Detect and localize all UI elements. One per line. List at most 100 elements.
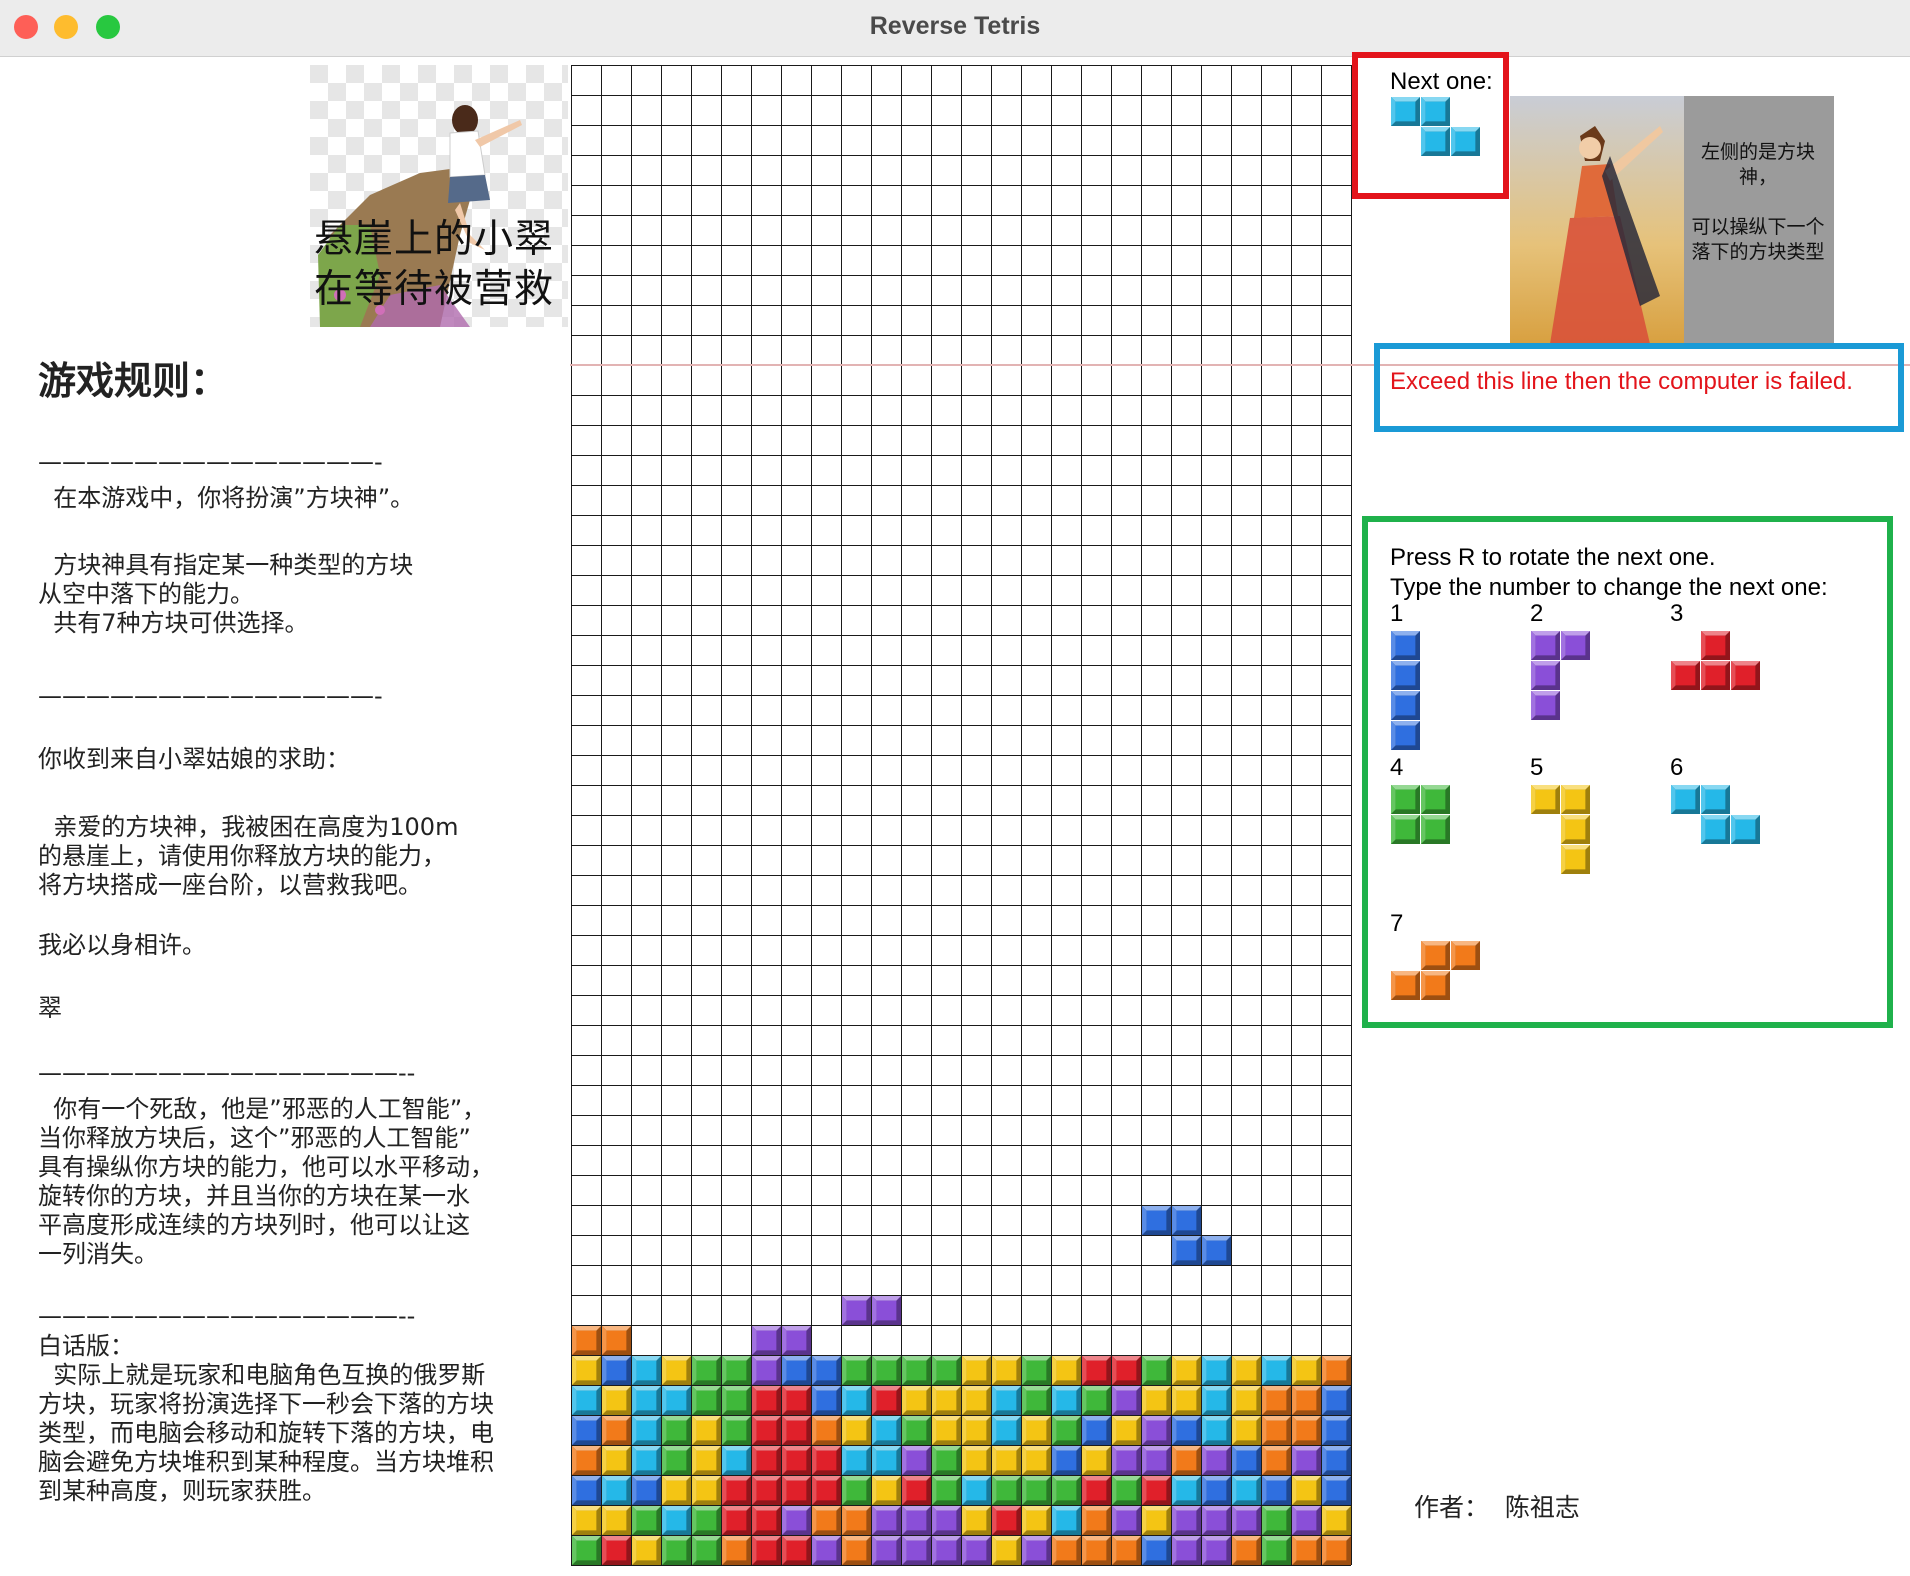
stacked-block (1322, 1416, 1351, 1445)
stacked-block (782, 1476, 811, 1505)
stacked-block (1232, 1356, 1261, 1385)
stacked-block (602, 1506, 631, 1535)
piece-block (1421, 941, 1450, 970)
stacked-block (1262, 1536, 1291, 1565)
stacked-block (1112, 1416, 1141, 1445)
stacked-block (1232, 1476, 1261, 1505)
stacked-block (1292, 1416, 1321, 1445)
piece-block (1391, 815, 1420, 844)
stacked-block (692, 1476, 721, 1505)
piece-number: 1 (1390, 600, 1404, 627)
tetris-board[interactable] (570, 64, 1352, 1566)
stacked-block (1022, 1536, 1051, 1565)
stacked-block (722, 1536, 751, 1565)
stacked-block (602, 1386, 631, 1415)
stacked-block (1262, 1356, 1291, 1385)
stacked-block (992, 1506, 1021, 1535)
stacked-block (842, 1476, 871, 1505)
piece-block (1391, 971, 1420, 1000)
stacked-block (1232, 1416, 1261, 1445)
stacked-block (992, 1416, 1021, 1445)
rules-divider: ——————————————- (38, 682, 383, 710)
stacked-block (572, 1386, 601, 1415)
stacked-block (632, 1536, 661, 1565)
stacked-block (1262, 1446, 1291, 1475)
falling-block (1142, 1206, 1171, 1235)
stacked-block (662, 1386, 691, 1415)
piece-block (1421, 971, 1450, 1000)
next-piece-label: Next one: (1390, 68, 1493, 95)
stacked-block (1322, 1536, 1351, 1565)
stacked-block (692, 1506, 721, 1535)
stacked-block (692, 1536, 721, 1565)
stacked-block (1142, 1386, 1171, 1415)
falling-block (1202, 1236, 1231, 1265)
stacked-block (662, 1416, 691, 1445)
stacked-block (1082, 1356, 1111, 1385)
piece-block (1531, 691, 1560, 720)
fail-notice: Exceed this line then the computer is fa… (1390, 368, 1853, 395)
stacked-block (572, 1476, 601, 1505)
stacked-block (1112, 1386, 1141, 1415)
stacked-block (1202, 1356, 1231, 1385)
next-piece-block (1421, 97, 1450, 126)
stacked-block (1232, 1506, 1261, 1535)
stacked-block (1202, 1476, 1231, 1505)
stacked-block (572, 1506, 601, 1535)
stacked-block (842, 1536, 871, 1565)
stacked-block (1322, 1446, 1351, 1475)
next-piece-block (1451, 127, 1480, 156)
stacked-block (662, 1536, 691, 1565)
stacked-block (602, 1536, 631, 1565)
stacked-block (1322, 1476, 1351, 1505)
stacked-block (812, 1416, 841, 1445)
stacked-block (1082, 1506, 1111, 1535)
stacked-block (1202, 1416, 1231, 1445)
piece-block (1671, 785, 1700, 814)
stacked-block (1292, 1506, 1321, 1535)
piece-block (1561, 845, 1590, 874)
piece-block (1391, 785, 1420, 814)
stacked-block (722, 1476, 751, 1505)
piece-block (1391, 631, 1420, 660)
stacked-block (962, 1446, 991, 1475)
stacked-block (1052, 1416, 1081, 1445)
stacked-block (752, 1476, 781, 1505)
stacked-block (842, 1296, 871, 1325)
stacked-block (602, 1446, 631, 1475)
stacked-block (1292, 1536, 1321, 1565)
piece-block (1731, 815, 1760, 844)
stacked-block (722, 1386, 751, 1415)
stacked-block (602, 1326, 631, 1355)
piece-shape-7 (1391, 941, 1480, 1000)
stacked-block (902, 1416, 931, 1445)
piece-block (1701, 631, 1730, 660)
piece-block (1671, 661, 1700, 690)
stacked-block (872, 1506, 901, 1535)
rules-signature: 翠 (38, 994, 62, 1022)
piece-number: 6 (1670, 754, 1684, 781)
piece-block (1391, 661, 1420, 690)
piece-shape-4 (1391, 785, 1450, 844)
stacked-block (602, 1416, 631, 1445)
stacked-block (632, 1476, 661, 1505)
stacked-block (1172, 1506, 1201, 1535)
stacked-block (722, 1446, 751, 1475)
stacked-block (872, 1416, 901, 1445)
stacked-block (992, 1386, 1021, 1415)
stacked-block (572, 1356, 601, 1385)
piece-block (1531, 661, 1560, 690)
stacked-block (962, 1536, 991, 1565)
stacked-block (1052, 1446, 1081, 1475)
stacked-block (632, 1386, 661, 1415)
stacked-block (1172, 1386, 1201, 1415)
rules-plain-version: 白话版： 实际上就是玩家和电脑角色互换的俄罗斯 方块，玩家将扮演选择下一秒会下落… (38, 1332, 494, 1505)
stacked-block (842, 1356, 871, 1385)
piece-block (1451, 941, 1480, 970)
piece-block (1531, 785, 1560, 814)
stacked-block (1292, 1446, 1321, 1475)
stacked-block (572, 1416, 601, 1445)
stacked-block (782, 1326, 811, 1355)
stacked-block (1112, 1536, 1141, 1565)
stacked-block (1142, 1356, 1171, 1385)
